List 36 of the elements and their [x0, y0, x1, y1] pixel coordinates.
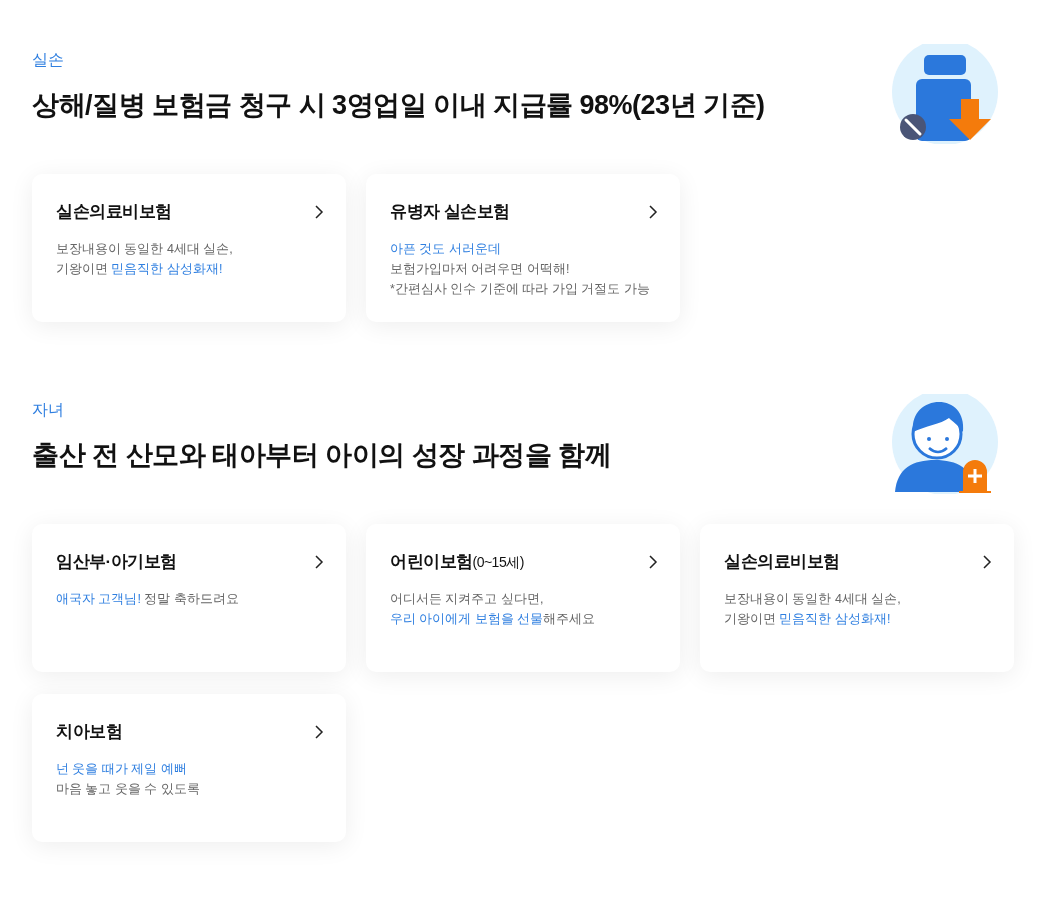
card-description: 보험가입마저 어려우면 어떡해!: [390, 261, 570, 278]
product-card[interactable]: 유병자 실손보험 아픈 것도 서러운데 보험가입마저 어려우면 어떡해! *간편심사 인수 기준에 따라 가입 거절도 가능: [366, 174, 680, 322]
card-description: 넌 웃을 때가 제일 예뻐: [56, 761, 187, 778]
section-heading: 상해/질병 보험금 청구 시 3영업일 이내 지급률 98%(23년 기준): [32, 89, 765, 122]
product-card[interactable]: 실손의료비보험 보장내용이 동일한 4세대 실손, 기왕이면 믿음직한 삼성화재!: [32, 174, 346, 322]
chevron-right-icon: [314, 204, 324, 219]
section-heading: 출산 전 산모와 태아부터 아이의 성장 과정을 함께: [32, 439, 611, 472]
card-description: 마음 놓고 웃을 수 있도록: [56, 781, 200, 798]
card-title: 치아보험: [56, 721, 122, 743]
card-title: 임산부·아기보험: [56, 551, 177, 573]
card-description: 기왕이면 믿음직한 삼성화재!: [724, 611, 891, 628]
product-card[interactable]: 임산부·아기보험 애국자 고객님! 정말 축하드려요: [32, 524, 346, 672]
product-card[interactable]: 어린이보험(0~15세) 어디서든 지켜주고 싶다면, 우리 아이에게 보험을 선물해주세요: [366, 524, 680, 672]
card-description: 아픈 것도 서러운데: [390, 241, 501, 258]
card-description: 보장내용이 동일한 4세대 실손,: [724, 591, 901, 608]
card-title: 유병자 실손보험: [390, 201, 510, 223]
chevron-right-icon: [982, 554, 992, 569]
card-description: 어디서든 지켜주고 싶다면,: [390, 591, 544, 608]
chevron-right-icon: [314, 724, 324, 739]
category-label: 자녀: [32, 400, 64, 420]
medicine-bottle-icon: [891, 44, 999, 144]
chevron-right-icon: [314, 554, 324, 569]
card-description: 애국자 고객님! 정말 축하드려요: [56, 591, 239, 608]
card-title: 실손의료비보험: [56, 201, 172, 223]
card-description: 기왕이면 믿음직한 삼성화재!: [56, 261, 223, 278]
chevron-right-icon: [648, 554, 658, 569]
product-card[interactable]: 실손의료비보험 보장내용이 동일한 4세대 실손, 기왕이면 믿음직한 삼성화재!: [700, 524, 1014, 672]
child-with-first-aid-icon: [891, 394, 999, 494]
card-description: 우리 아이에게 보험을 선물해주세요: [390, 611, 596, 628]
card-title: 실손의료비보험: [724, 551, 840, 573]
category-label: 실손: [32, 50, 64, 70]
product-card[interactable]: 치아보험 넌 웃을 때가 제일 예뻐 마음 놓고 웃을 수 있도록: [32, 694, 346, 842]
card-description: 보장내용이 동일한 4세대 실손,: [56, 241, 233, 258]
card-description: *간편심사 인수 기준에 따라 가입 거절도 가능: [390, 281, 650, 298]
chevron-right-icon: [648, 204, 658, 219]
card-title: 어린이보험(0~15세): [390, 551, 524, 573]
